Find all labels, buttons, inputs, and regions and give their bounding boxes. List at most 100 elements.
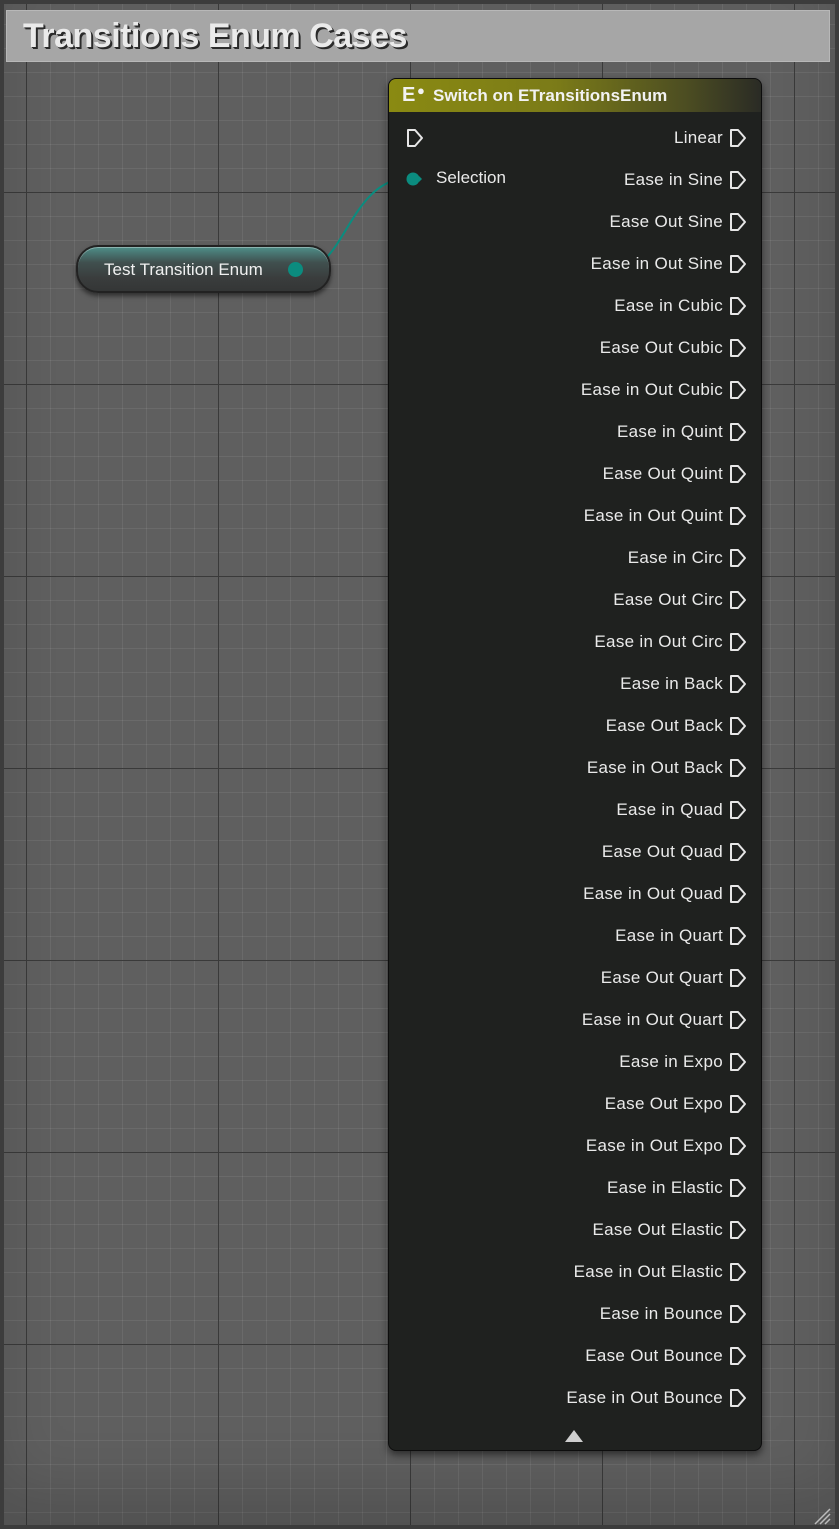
- output-pin-row[interactable]: Ease in Sine: [624, 168, 747, 192]
- exec-out-pin-icon[interactable]: [729, 254, 747, 274]
- output-pin-row[interactable]: Ease in Out Back: [587, 756, 747, 780]
- output-pin-row[interactable]: Ease Out Quad: [602, 840, 747, 864]
- output-pin-label: Ease in Out Circ: [594, 632, 723, 651]
- output-pin-label: Ease in Back: [620, 674, 723, 693]
- output-pin-label: Ease in Quad: [616, 800, 723, 819]
- exec-out-pin-icon[interactable]: [729, 338, 747, 358]
- output-pin-row[interactable]: Ease in Quint: [617, 420, 747, 444]
- switch-node-title: Switch on ETransitionsEnum: [433, 86, 668, 105]
- exec-out-pin-icon[interactable]: [729, 506, 747, 526]
- output-pin-label: Ease in Out Bounce: [566, 1388, 723, 1407]
- output-pin-label: Ease in Out Sine: [590, 254, 723, 273]
- output-pin-label: Ease Out Back: [605, 716, 723, 735]
- output-pin-row[interactable]: Ease in Out Quint: [584, 504, 747, 528]
- output-pin-row[interactable]: Ease in Elastic: [607, 1176, 747, 1200]
- exec-out-pin-icon[interactable]: [729, 1052, 747, 1072]
- output-pin-label: Ease in Cubic: [614, 296, 723, 315]
- exec-out-pin-icon[interactable]: [729, 926, 747, 946]
- exec-out-pin-icon[interactable]: [729, 422, 747, 442]
- output-pin-row[interactable]: Ease in Out Cubic: [581, 378, 747, 402]
- output-pin-label: Ease Out Cubic: [599, 338, 723, 357]
- output-pin-label: Ease in Quint: [617, 422, 723, 441]
- enum-output-pin[interactable]: [288, 262, 303, 277]
- test-transition-enum-node[interactable]: Test Transition Enum: [76, 245, 331, 293]
- output-pin-label: Ease in Expo: [619, 1052, 723, 1071]
- exec-out-pin-icon[interactable]: [729, 296, 747, 316]
- output-pin-row[interactable]: Ease Out Circ: [613, 588, 747, 612]
- resize-grip-icon[interactable]: [811, 1505, 831, 1525]
- output-pin-row[interactable]: Ease Out Back: [606, 714, 747, 738]
- output-pin-row[interactable]: Ease Out Quint: [603, 462, 747, 486]
- exec-out-pin-icon[interactable]: [729, 170, 747, 190]
- collapse-advanced-arrow-icon[interactable]: [565, 1430, 583, 1442]
- output-pin-row[interactable]: Ease in Back: [620, 672, 747, 696]
- output-pin-row[interactable]: Ease Out Expo: [605, 1092, 747, 1116]
- switch-enum-icon: E ●: [402, 83, 425, 106]
- comment-title: Transitions Enum Cases: [23, 17, 407, 55]
- output-pin-row[interactable]: Ease in Out Bounce: [566, 1386, 747, 1410]
- selection-pin[interactable]: [406, 172, 422, 186]
- output-pin-label: Ease Out Bounce: [585, 1346, 723, 1365]
- output-pin-row[interactable]: Ease in Circ: [628, 546, 747, 570]
- exec-out-pin-icon[interactable]: [729, 212, 747, 232]
- output-pin-row[interactable]: Ease in Quart: [615, 924, 747, 948]
- output-pin-label: Ease Out Quad: [601, 842, 723, 861]
- output-pin-label: Ease Out Expo: [604, 1094, 723, 1113]
- exec-out-pin-icon[interactable]: [729, 968, 747, 988]
- output-pin-label: Ease Out Quart: [600, 968, 723, 987]
- output-pin-row[interactable]: Ease in Bounce: [600, 1302, 747, 1326]
- output-pin-label: Ease in Elastic: [607, 1178, 723, 1197]
- output-pin-row[interactable]: Ease Out Elastic: [593, 1218, 747, 1242]
- output-pin-row[interactable]: Ease Out Sine: [609, 210, 747, 234]
- exec-out-pin-icon[interactable]: [729, 716, 747, 736]
- output-pin-row[interactable]: Ease in Out Elastic: [574, 1260, 747, 1284]
- exec-out-pin-icon[interactable]: [729, 1136, 747, 1156]
- exec-out-pin-icon[interactable]: [729, 884, 747, 904]
- exec-out-pin-icon[interactable]: [729, 674, 747, 694]
- output-pin-label: Ease in Out Quart: [581, 1010, 723, 1029]
- output-pin-row[interactable]: Ease Out Quart: [601, 966, 747, 990]
- output-pin-label: Ease in Bounce: [599, 1304, 723, 1323]
- exec-out-pin-icon[interactable]: [729, 632, 747, 652]
- exec-out-pin-icon[interactable]: [729, 1010, 747, 1030]
- exec-out-pin-icon[interactable]: [729, 800, 747, 820]
- exec-out-pin-icon[interactable]: [729, 380, 747, 400]
- output-pin-label: Ease in Out Back: [586, 758, 723, 777]
- switch-node-header[interactable]: E ● Switch on ETransitionsEnum: [389, 79, 761, 112]
- output-pin-label: Ease in Out Elastic: [573, 1262, 723, 1281]
- output-pin-row[interactable]: Ease Out Cubic: [600, 336, 747, 360]
- output-pin-row[interactable]: Ease Out Bounce: [585, 1344, 747, 1368]
- exec-out-pin-icon[interactable]: [729, 758, 747, 778]
- output-pin-row[interactable]: Ease in Out Sine: [591, 252, 747, 276]
- exec-out-pin-icon[interactable]: [729, 842, 747, 862]
- exec-out-pin-icon[interactable]: [729, 1388, 747, 1408]
- output-pin-label: Ease in Circ: [627, 548, 723, 567]
- exec-in-pin[interactable]: [406, 128, 424, 148]
- output-pin-label: Ease in Sine: [623, 170, 723, 189]
- exec-out-pin-icon[interactable]: [729, 464, 747, 484]
- exec-out-pin-icon[interactable]: [729, 1220, 747, 1240]
- output-pin-label: Ease in Out Expo: [585, 1136, 723, 1155]
- output-pin-row[interactable]: Linear: [674, 126, 747, 150]
- output-pin-row[interactable]: Ease in Out Quad: [583, 882, 747, 906]
- switch-on-enum-node[interactable]: E ● Switch on ETransitionsEnum Selection …: [388, 78, 762, 1451]
- output-pin-row[interactable]: Ease in Expo: [619, 1050, 747, 1074]
- exec-out-pin-icon[interactable]: [729, 1262, 747, 1282]
- output-pin-row[interactable]: Ease in Out Expo: [586, 1134, 747, 1158]
- exec-out-pin-icon[interactable]: [729, 548, 747, 568]
- output-pin-row[interactable]: Ease in Out Circ: [594, 630, 747, 654]
- exec-out-pin-icon[interactable]: [729, 1346, 747, 1366]
- output-pin-row[interactable]: Ease in Out Quart: [582, 1008, 747, 1032]
- output-pin-label: Ease in Out Quint: [583, 506, 723, 525]
- output-pin-label: Ease in Out Quad: [583, 884, 723, 903]
- exec-out-pin-icon[interactable]: [729, 1094, 747, 1114]
- exec-out-pin-icon[interactable]: [729, 128, 747, 148]
- output-pin-row[interactable]: Ease in Cubic: [614, 294, 747, 318]
- output-pin-label: Ease Out Sine: [609, 212, 723, 231]
- output-pin-label: Ease in Quart: [615, 926, 723, 945]
- exec-out-pin-icon[interactable]: [729, 1178, 747, 1198]
- comment-box-header[interactable]: Transitions Enum Cases: [6, 10, 830, 62]
- output-pin-row[interactable]: Ease in Quad: [616, 798, 747, 822]
- exec-out-pin-icon[interactable]: [729, 590, 747, 610]
- exec-out-pin-icon[interactable]: [729, 1304, 747, 1324]
